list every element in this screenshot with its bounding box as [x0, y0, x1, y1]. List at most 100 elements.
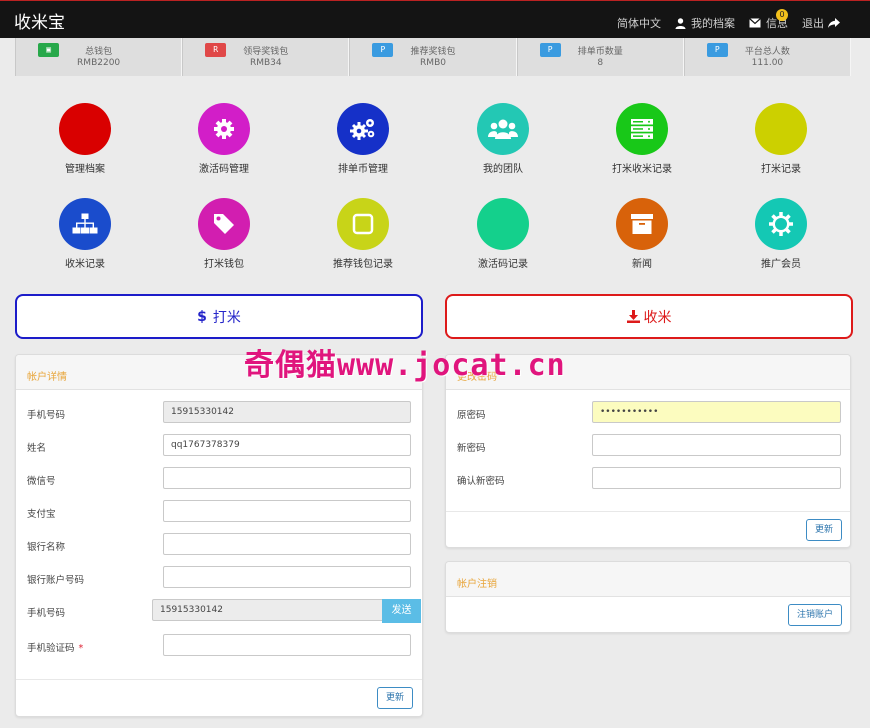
download-icon [626, 310, 640, 323]
update-account-button[interactable]: 更新 [377, 687, 414, 709]
stat-total-wallet: ▣ 总钱包 RMB2200 [15, 38, 183, 76]
stat-value: 8 [597, 58, 604, 68]
form-row: 新密码 [457, 434, 841, 456]
form-row: 微信号 [27, 467, 411, 489]
message-count-badge: 0 [776, 9, 788, 21]
tile-my-team[interactable]: 我的团队 [443, 103, 563, 175]
tile-circle [337, 103, 389, 155]
field-label: 银行名称 [27, 542, 66, 553]
tile-activation-codes[interactable]: 激活码管理 [164, 103, 284, 175]
form-row: 银行名称 [27, 533, 411, 555]
field-label: 银行账户号码 [27, 575, 85, 586]
tile-label: 推荐钱包记录 [333, 259, 393, 270]
app-title[interactable]: 收米宝 [14, 8, 65, 33]
receive-rice-label: 收米 [643, 309, 672, 326]
new-password-field[interactable] [592, 434, 841, 456]
send-rice-button[interactable]: $ 打米 [15, 294, 423, 339]
field-label: 确认新密码 [457, 476, 505, 487]
logout-label: 退出 [802, 17, 824, 30]
server-icon [631, 119, 653, 139]
required-mark: * [78, 643, 84, 654]
form-row: 支付宝 [27, 500, 411, 522]
panel-divider [16, 679, 422, 680]
tile-send-receive-records[interactable]: 打米收米记录 [582, 103, 702, 175]
tile-send-wallet[interactable]: 打米钱包 [164, 198, 284, 270]
stat-queue-coins: P 排单币数量 8 [516, 38, 684, 76]
tile-receive-records[interactable]: 收米记录 [25, 198, 145, 270]
tile-queue-coins[interactable]: 排单币管理 [303, 103, 423, 175]
cog-icon [769, 212, 793, 236]
wechat-field[interactable] [163, 467, 411, 489]
tile-manage-profile[interactable]: 管理档案 [25, 103, 145, 175]
tile-news[interactable]: 新闻 [582, 198, 702, 270]
tile-send-records[interactable]: 打米记录 [721, 103, 841, 175]
tile-circle [477, 103, 529, 155]
panel-title: 帐户注销 [446, 562, 850, 597]
tile-label: 打米钱包 [204, 259, 244, 270]
bank-name-field[interactable] [163, 533, 411, 555]
stat-label: 平台总人数 [744, 47, 790, 57]
archive-icon [631, 214, 653, 234]
tile-label: 激活码记录 [478, 259, 528, 270]
profile-label: 我的档案 [691, 17, 735, 30]
account-details-panel: 帐户详情 手机号码 15915330142 姓名 qq1767378379 微信… [15, 354, 423, 717]
send-rice-label: 打米 [212, 309, 241, 326]
tile-activation-records[interactable]: 激活码记录 [443, 198, 563, 270]
form-row: 银行账户号码 [27, 566, 411, 588]
stat-leader-wallet: R 领导奖钱包 RMB34 [182, 38, 350, 76]
bank-account-field[interactable] [163, 566, 411, 588]
stat-value: RMB0 [420, 58, 446, 68]
language-label: 简体中文 [617, 17, 661, 30]
user-icon [675, 17, 686, 29]
wallet-stats: ▣ 总钱包 RMB2200 R 领导奖钱包 RMB34 P 推荐奖钱包 RMB0… [15, 38, 852, 76]
field-label: 手机验证码 * [27, 640, 83, 654]
stat-label: 推荐奖钱包 [410, 47, 456, 57]
form-row: 原密码 ••••••••••• [457, 401, 841, 423]
form-row: 手机验证码 * [27, 634, 411, 656]
alipay-field[interactable] [163, 500, 411, 522]
tile-promote-member[interactable]: 推广会员 [721, 198, 841, 270]
profile-link[interactable]: 我的档案 [675, 15, 735, 31]
tile-circle [616, 198, 668, 250]
stat-platform-users: P 平台总人数 111.00 [683, 38, 852, 76]
tile-circle [198, 103, 250, 155]
account-cancel-panel: 帐户注销 注销账户 [445, 561, 851, 633]
old-password-field[interactable]: ••••••••••• [592, 401, 841, 423]
tile-circle [755, 103, 807, 155]
tile-referral-wallet-records[interactable]: 推荐钱包记录 [303, 198, 423, 270]
cancel-account-button[interactable]: 注销账户 [788, 604, 843, 626]
field-label: 手机号码 [27, 410, 66, 421]
name-field[interactable]: qq1767378379 [163, 434, 411, 456]
tile-circle [59, 103, 111, 155]
sitemap-icon [72, 213, 98, 234]
tile-label: 打米收米记录 [612, 164, 672, 175]
confirm-password-field[interactable] [592, 467, 841, 489]
tile-label: 管理档案 [65, 164, 105, 175]
form-row: 手机号码 15915330142 [27, 401, 411, 423]
sms-code-field[interactable] [163, 634, 411, 656]
tile-label: 激活码管理 [199, 164, 249, 175]
stat-label: 总钱包 [85, 47, 113, 57]
tile-circle [477, 198, 529, 250]
tile-label: 新闻 [632, 259, 652, 270]
update-password-button[interactable]: 更新 [806, 519, 843, 541]
logout-link[interactable]: 退出 [802, 15, 840, 31]
gears-icon [350, 119, 375, 140]
messages-link[interactable]: 0 信息 [749, 9, 788, 31]
code-label-text: 手机验证码 [27, 643, 75, 654]
stat-value: RMB34 [249, 58, 282, 68]
share-arrow-icon [828, 18, 840, 28]
language-link[interactable]: 简体中文 [617, 15, 661, 31]
square-icon [352, 213, 374, 235]
field-label: 支付宝 [27, 509, 56, 520]
panel-divider [446, 511, 850, 512]
stat-value: 111.00 [751, 58, 784, 68]
receive-rice-button[interactable]: 收米 [445, 294, 853, 339]
field-label: 手机号码 [27, 608, 66, 619]
tile-circle [337, 198, 389, 250]
tile-circle [198, 198, 250, 250]
send-code-button[interactable]: 发送 [382, 599, 421, 623]
stat-label: 排单币数量 [577, 47, 623, 57]
top-navbar: 收米宝 简体中文 我的档案 0 信息 退出 [0, 0, 870, 38]
tag-icon [214, 214, 234, 234]
